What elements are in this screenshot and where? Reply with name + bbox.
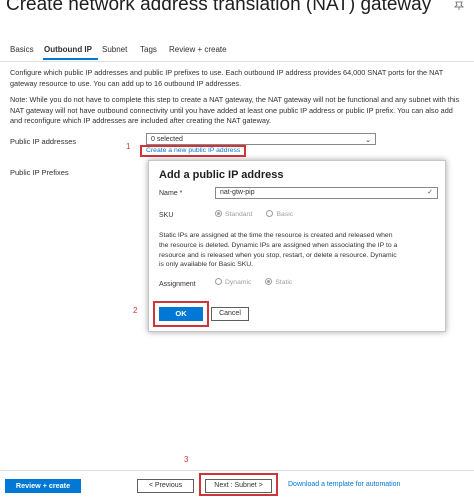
tabs-divider: [0, 61, 474, 62]
ip-assignment-description: Static IPs are assigned at the time the …: [159, 232, 398, 269]
next-subnet-button[interactable]: Next : Subnet >: [205, 479, 272, 493]
callout-3: 3: [184, 455, 189, 464]
active-tab-indicator: [43, 58, 98, 60]
sku-basic-radio[interactable]: Basic: [266, 210, 293, 218]
pin-icon[interactable]: [453, 0, 467, 10]
name-label: Name *: [159, 190, 183, 197]
public-ip-label: Public IP addresses: [10, 137, 77, 146]
cancel-button[interactable]: Cancel: [211, 307, 249, 321]
assignment-dynamic-radio[interactable]: Dynamic: [215, 278, 251, 286]
footer-divider: [0, 470, 474, 471]
tab-tags[interactable]: Tags: [140, 45, 157, 54]
radio-selected-icon: [215, 210, 222, 217]
tab-outbound-ip[interactable]: Outbound IP: [44, 45, 92, 54]
radio-selected-icon: [265, 278, 273, 285]
intro-text: Configure which public IP addresses and …: [10, 68, 444, 88]
sku-label: SKU: [159, 212, 174, 219]
assignment-static-radio[interactable]: Static: [265, 278, 292, 286]
assignment-radio-group: Dynamic Static: [215, 278, 304, 286]
tab-subnet[interactable]: Subnet: [102, 45, 127, 54]
public-ip-select-value: 0 selected: [151, 136, 183, 143]
tab-review-create[interactable]: Review + create: [169, 45, 227, 54]
public-prefix-label: Public IP Prefixes: [10, 168, 69, 177]
radio-empty-icon: [215, 278, 222, 285]
checkmark-icon: ✓: [427, 189, 433, 196]
page-title: Create network address translation (NAT)…: [6, 0, 432, 15]
name-input[interactable]: nat-gtw-pip ✓: [215, 187, 438, 199]
sku-standard-radio[interactable]: Standard: [215, 210, 253, 218]
create-public-ip-link[interactable]: Create a new public IP address: [140, 145, 246, 157]
chevron-down-icon: ⌄: [365, 137, 371, 144]
sku-radio-group: Standard Basic: [215, 210, 305, 218]
add-public-ip-dialog: Add a public IP address Name * nat-gtw-p…: [148, 160, 446, 332]
dialog-title: Add a public IP address: [159, 169, 284, 181]
ok-button[interactable]: OK: [159, 307, 203, 321]
download-template-link[interactable]: Download a template for automation: [288, 481, 400, 488]
previous-button[interactable]: < Previous: [137, 479, 194, 493]
review-create-button[interactable]: Review + create: [5, 479, 81, 493]
assignment-label: Assignment: [159, 281, 196, 288]
name-input-value: nat-gtw-pip: [220, 189, 255, 196]
radio-empty-icon: [266, 210, 274, 217]
tab-basics[interactable]: Basics: [10, 45, 34, 54]
callout-1: 1: [126, 142, 131, 151]
note-text: Note: While you do not have to complete …: [10, 95, 460, 125]
callout-2: 2: [133, 306, 138, 315]
public-ip-select[interactable]: 0 selected ⌄: [146, 133, 376, 145]
